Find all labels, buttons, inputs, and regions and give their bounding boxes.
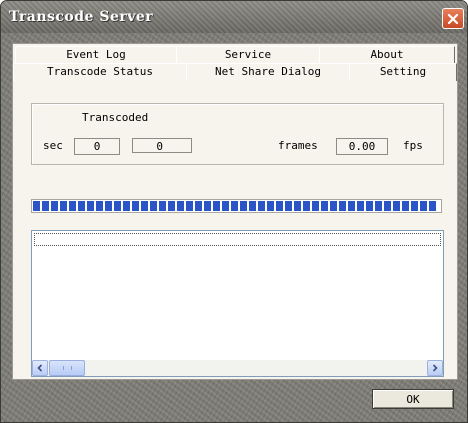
progress-segment (60, 201, 67, 211)
progress-segment (240, 201, 247, 211)
title-bar[interactable]: Transcode Server (1, 1, 467, 33)
tab-net-share-dialog[interactable]: Net Share Dialog (186, 63, 350, 81)
scroll-left-button[interactable] (32, 360, 48, 376)
progress-segment (321, 201, 328, 211)
progress-segment (393, 201, 400, 211)
list-focus-row[interactable] (34, 233, 441, 246)
sec-value-field-1: 0 (74, 138, 120, 155)
tab-service[interactable]: Service (176, 46, 320, 64)
progress-segment (186, 201, 193, 211)
progress-segment (69, 201, 76, 211)
transcode-log-list[interactable] (31, 230, 444, 377)
progress-segment (375, 201, 382, 211)
scroll-right-button[interactable] (427, 360, 443, 376)
progress-segment (258, 201, 265, 211)
sec-label: sec (43, 139, 63, 152)
progress-segment (195, 201, 202, 211)
ok-button[interactable]: OK (372, 389, 454, 409)
progress-segment (402, 201, 409, 211)
close-button[interactable] (442, 8, 464, 29)
tab-about[interactable]: About (319, 46, 455, 64)
progress-segment (159, 201, 166, 211)
progress-segment (213, 201, 220, 211)
progress-segment (348, 201, 355, 211)
progress-segment (231, 201, 238, 211)
scroll-thumb[interactable] (49, 360, 85, 376)
progress-segment (114, 201, 121, 211)
transcode-server-window: Transcode Server Event Log Service About… (0, 0, 468, 423)
progress-segment (33, 201, 40, 211)
close-icon (447, 13, 459, 24)
window-title: Transcode Server (9, 9, 154, 25)
progress-segment (51, 201, 58, 211)
progress-segment (87, 201, 94, 211)
progress-segment (339, 201, 346, 211)
transcoded-group: Transcoded sec 0 0 frames 0.00 fps (31, 103, 444, 165)
progress-segment (285, 201, 292, 211)
progress-segment (294, 201, 301, 211)
progress-segment (177, 201, 184, 211)
frames-label: frames (278, 139, 318, 152)
fps-value-field: 0.00 (336, 138, 388, 155)
chevron-left-icon (37, 364, 43, 372)
fps-label: fps (403, 139, 423, 152)
progress-segment (132, 201, 139, 211)
tab-panel: Event Log Service About Transcode Status… (12, 43, 458, 380)
progress-segment (357, 201, 364, 211)
progress-segment (123, 201, 130, 211)
sec-value-field-2: 0 (132, 138, 192, 153)
tab-transcode-status[interactable]: Transcode Status (13, 63, 187, 81)
progress-segment (222, 201, 229, 211)
progress-segment (249, 201, 256, 211)
progress-segment (303, 201, 310, 211)
progress-segment (141, 201, 148, 211)
tab-setting[interactable]: Setting (349, 63, 457, 81)
progress-segment (312, 201, 319, 211)
progress-segment (150, 201, 157, 211)
progress-segment (204, 201, 211, 211)
chevron-right-icon (432, 364, 438, 372)
progress-segment (411, 201, 418, 211)
transcoded-group-title: Transcoded (82, 111, 149, 124)
progress-segment (330, 201, 337, 211)
progress-segment (420, 201, 427, 211)
progress-segment (366, 201, 373, 211)
progress-segment (105, 201, 112, 211)
progress-segment (384, 201, 391, 211)
progress-segment (267, 201, 274, 211)
progress-segment (42, 201, 49, 211)
progress-segment (429, 201, 436, 211)
progress-segment (276, 201, 283, 211)
progress-segment (78, 201, 85, 211)
progress-segment (168, 201, 175, 211)
tab-event-log[interactable]: Event Log (15, 46, 177, 64)
progress-segment (96, 201, 103, 211)
transcode-progress-bar (31, 199, 442, 213)
horizontal-scrollbar[interactable] (32, 360, 443, 376)
